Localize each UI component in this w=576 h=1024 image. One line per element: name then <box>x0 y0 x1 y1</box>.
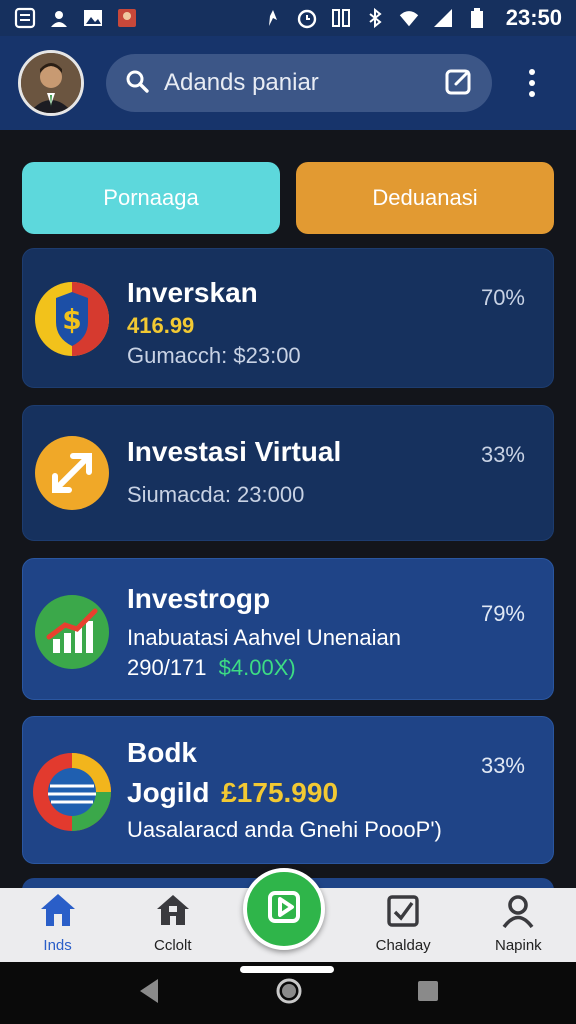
card-title: Bodk <box>127 737 197 768</box>
card-percent: 33% <box>480 442 525 467</box>
app-header: Adands paniar <box>0 36 576 130</box>
card-price: £175.990 <box>221 777 339 808</box>
home-circle-icon[interactable] <box>275 977 303 1010</box>
investment-card[interactable]: Investrogp Inabuatasi Aahvel Unenaian 29… <box>22 558 554 700</box>
card-detail-prefix: 290/171 <box>127 655 207 680</box>
contacts-icon <box>48 7 70 29</box>
card-title-second: Jogild <box>127 777 210 808</box>
card-subtitle: Uasalaracd anda Gnehi PoooP') <box>127 817 442 842</box>
clock: 23:50 <box>505 5 562 30</box>
nav-cclolt[interactable]: Cclolt <box>115 888 230 962</box>
bluetooth-icon <box>364 7 386 29</box>
svg-text:$: $ <box>62 303 81 336</box>
user-icon <box>501 894 535 933</box>
dollar-shield-icon: $ <box>35 282 109 356</box>
card-detail-value: $4.00X) <box>218 655 296 680</box>
play-icon <box>264 887 304 932</box>
card-price: 416.99 <box>127 313 195 338</box>
card-percent: 79% <box>480 601 525 626</box>
growth-chart-icon <box>35 595 109 669</box>
play-button[interactable] <box>243 868 325 950</box>
card-title: Investasi Virtual <box>127 436 342 467</box>
nav-napink[interactable]: Napink <box>461 888 576 962</box>
battery-icon <box>466 7 488 29</box>
tab-bar: Pornaaga Deduanasi <box>22 162 554 234</box>
gesture-bar <box>240 966 334 973</box>
nav-label: Cclolt <box>154 937 192 954</box>
card-detail: 290/171 $4.00X) <box>127 655 296 681</box>
gallery-icon <box>82 7 104 29</box>
checklist-icon <box>386 894 420 933</box>
app-notification-icon <box>116 7 138 29</box>
investment-card[interactable]: Bodk Jogild £175.990 Uasalaracd anda Gne… <box>22 716 554 864</box>
cell-signal-icon <box>432 7 454 29</box>
card-subtitle: Siumacda: 23:000 <box>127 482 305 507</box>
wifi-icon <box>398 7 420 29</box>
back-icon[interactable] <box>136 977 162 1010</box>
investment-card[interactable]: $ Inverskan 416.99 Gumacch: $23:00 70% <box>22 248 554 388</box>
nav-label: Inds <box>43 937 72 954</box>
nav-home[interactable]: Inds <box>0 888 115 962</box>
more-options-icon[interactable] <box>520 63 544 103</box>
signal-boost-icon <box>262 7 284 29</box>
card-subtitle: Gumacch: $23:00 <box>127 343 301 368</box>
card-title: Investrogp <box>127 583 271 614</box>
recents-icon[interactable] <box>416 979 440 1008</box>
tab-deduanasi[interactable]: Deduanasi <box>296 162 554 234</box>
tab-pornaaga[interactable]: Pornaaga <box>22 162 280 234</box>
globe-icon <box>33 753 111 831</box>
home-icon <box>39 892 77 933</box>
search-input[interactable]: Adands paniar <box>164 69 444 97</box>
status-bar: 23:50 <box>0 0 576 36</box>
card-percent: 33% <box>480 753 525 778</box>
edit-icon[interactable] <box>444 66 474 101</box>
search-bar[interactable]: Adands paniar <box>106 54 492 112</box>
alarm-icon <box>296 7 318 29</box>
notification-icon <box>14 7 36 29</box>
avatar[interactable] <box>18 50 84 116</box>
search-icon <box>124 68 150 99</box>
nav-label: Chalday <box>375 937 431 954</box>
card-title: Inverskan <box>127 277 258 308</box>
card-subtitle: Inabuatasi Aahvel Unenaian <box>127 625 401 650</box>
nav-chalday[interactable]: Chalday <box>346 888 461 962</box>
house-icon <box>155 892 191 933</box>
nav-label: Napink <box>494 937 542 954</box>
arrow-expand-icon <box>35 436 109 510</box>
investment-card[interactable]: Investasi Virtual Siumacda: 23:000 33% <box>22 405 554 541</box>
card-title-line2: Jogild £175.990 <box>127 777 338 809</box>
nfc-icon <box>330 7 352 29</box>
card-percent: 70% <box>480 285 525 310</box>
